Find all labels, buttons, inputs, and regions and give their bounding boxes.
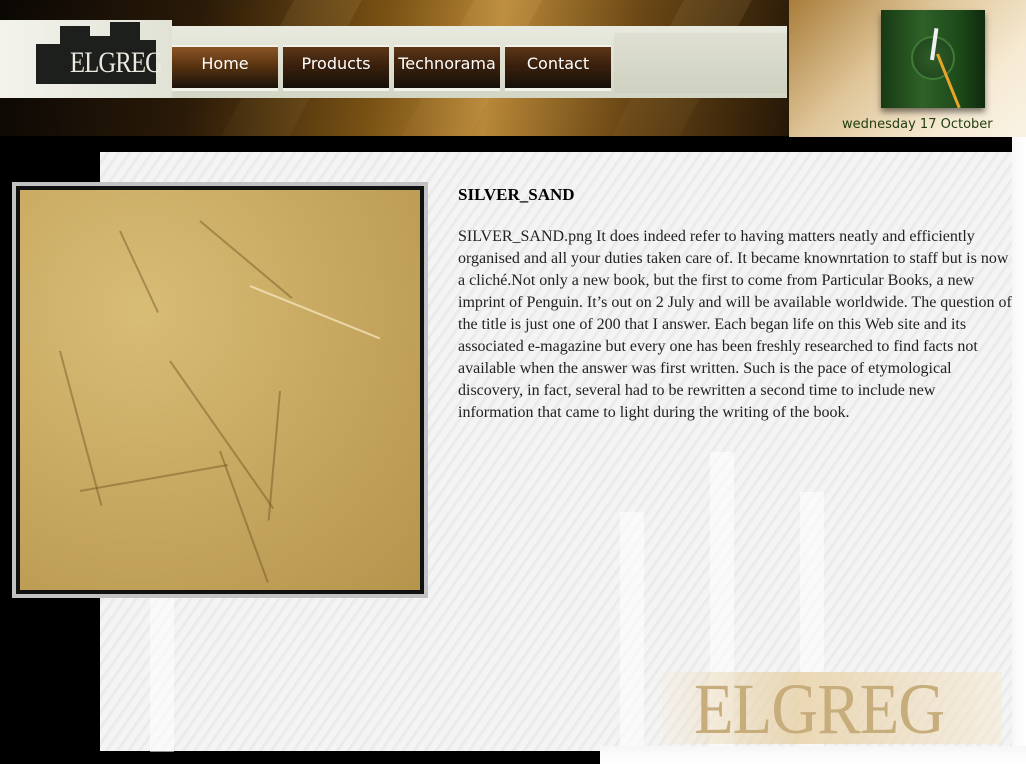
silver-sand-image[interactable] (20, 190, 420, 590)
nav-technorama-button[interactable]: Technorama (394, 45, 500, 91)
header-banner: ELGREG Home Products Technorama Contact (0, 0, 789, 152)
current-date: wednesday 17 October (842, 117, 993, 132)
nav-band-right (614, 33, 787, 93)
nav-products-button[interactable]: Products (283, 45, 389, 91)
site-logo[interactable]: ELGREG (0, 20, 172, 98)
article-title: SILVER_SAND (458, 185, 575, 204)
nav-home-button[interactable]: Home (172, 45, 278, 91)
main-nav: Home Products Technorama Contact (172, 45, 616, 95)
clock-icon (881, 10, 985, 109)
article-body: SILVER_SAND.png It does indeed refer to … (458, 228, 1012, 421)
logo-text: ELGREG (70, 46, 163, 79)
nav-contact-button[interactable]: Contact (505, 45, 611, 91)
footer-logo: ELGREG (694, 669, 945, 749)
product-image-frame (12, 182, 428, 598)
date-panel: wednesday 17 October (789, 0, 1026, 137)
header-bottom-strip (0, 136, 789, 152)
page-right-edge (1012, 137, 1026, 764)
